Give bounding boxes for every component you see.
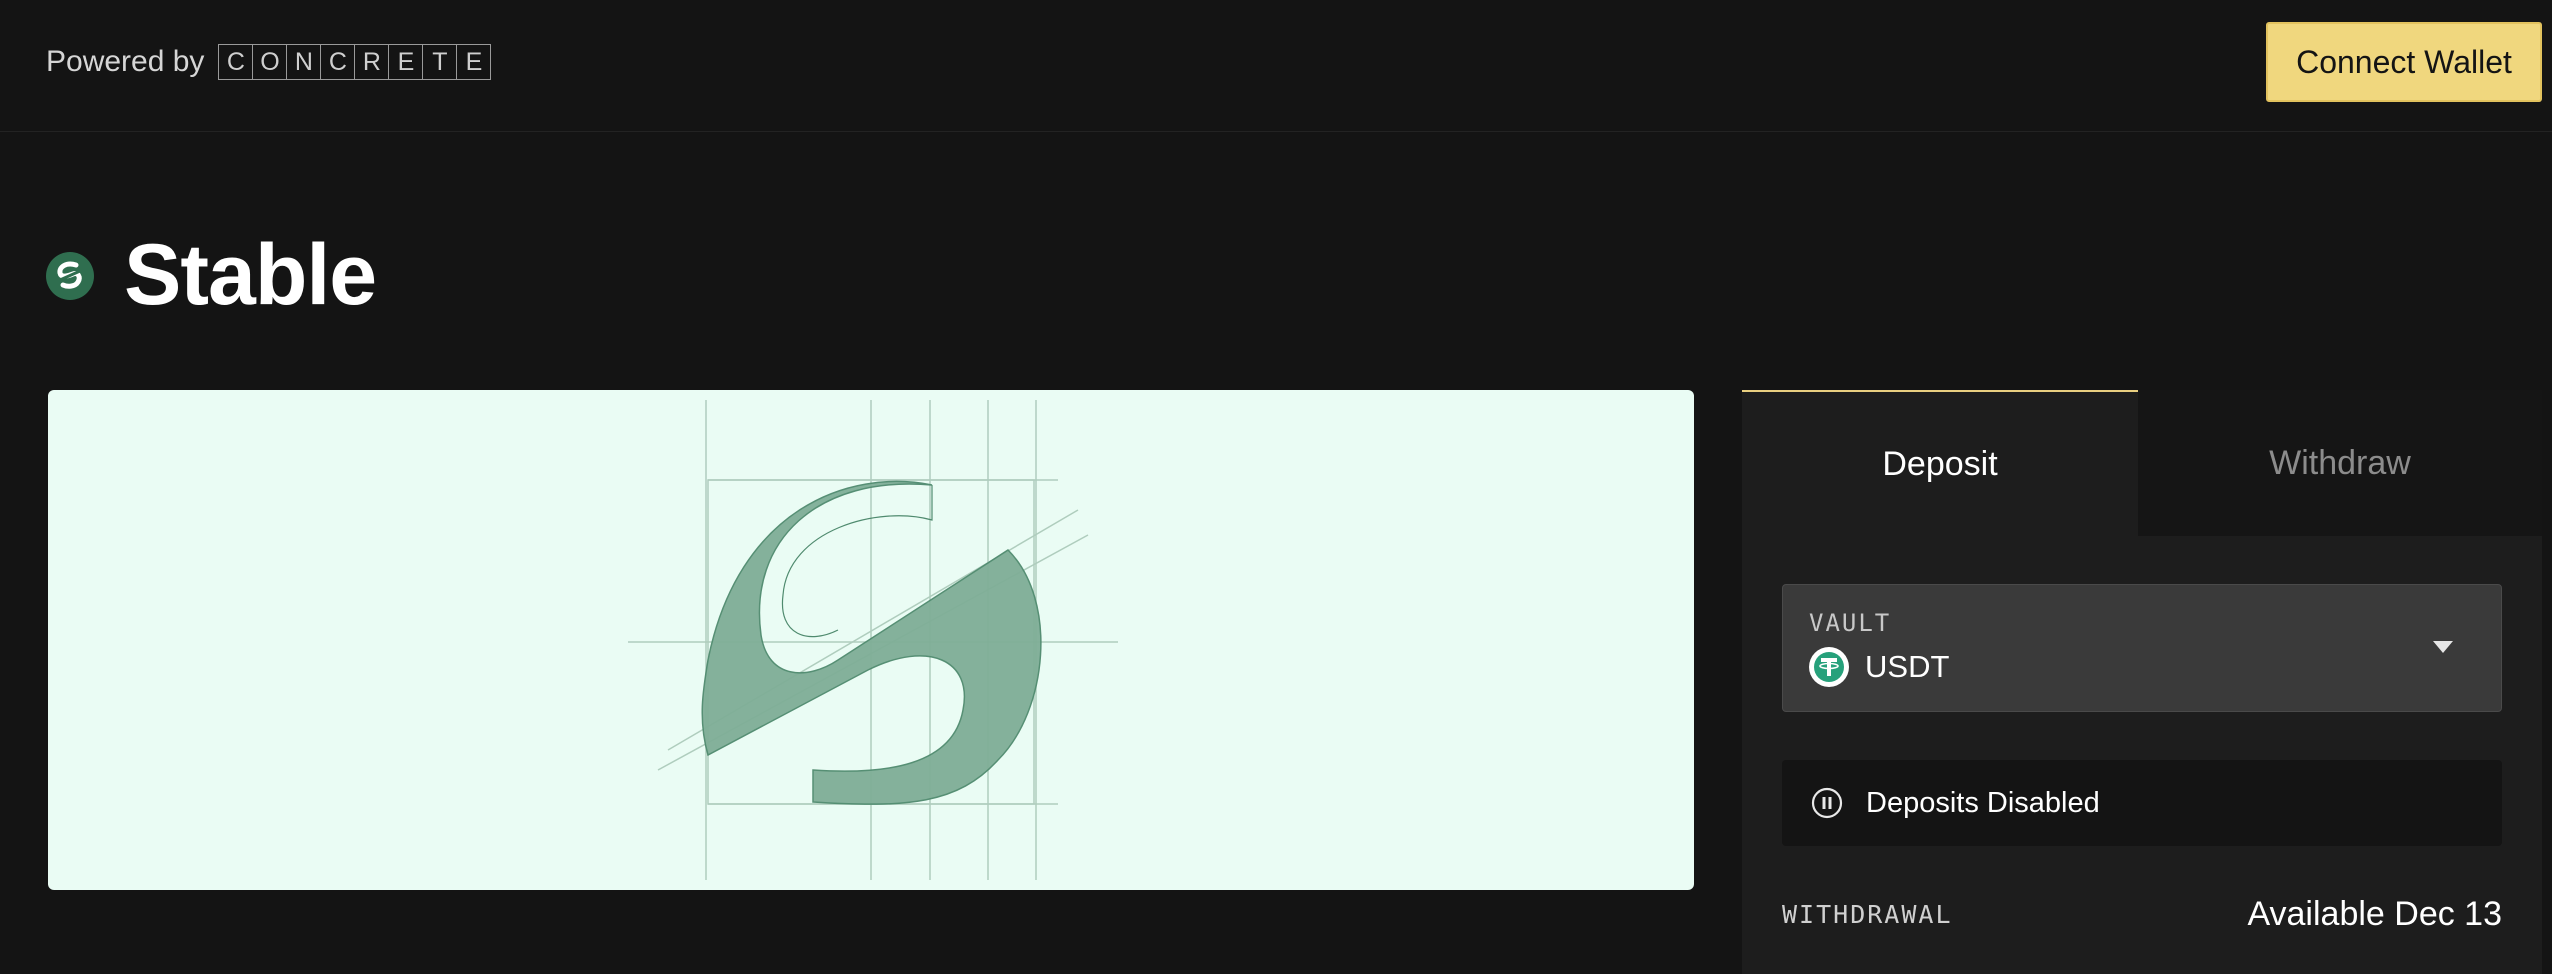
panel-tabs: Deposit Withdraw: [1742, 390, 2542, 536]
concrete-logo-letter: N: [287, 45, 322, 79]
page-title: Stable: [124, 227, 377, 323]
vault-label: VAULT: [1809, 609, 1892, 637]
usdt-icon: [1809, 647, 1849, 687]
connect-wallet-button[interactable]: Connect Wallet: [2266, 22, 2542, 102]
concrete-logo[interactable]: C O N C R E T E: [218, 44, 492, 80]
deposit-withdraw-panel: Deposit Withdraw VAULT USDT Deposits Dis…: [1742, 390, 2542, 974]
deposit-status: Deposits Disabled: [1782, 760, 2502, 846]
vault-select[interactable]: VAULT USDT: [1782, 584, 2502, 712]
concrete-logo-letter: C: [219, 45, 254, 79]
pause-icon: [1811, 787, 1843, 819]
concrete-logo-letter: O: [253, 45, 288, 79]
stable-logo-icon: [46, 251, 94, 300]
concrete-logo-letter: C: [321, 45, 356, 79]
stable-hero-illustration: [628, 400, 1118, 880]
tab-deposit[interactable]: Deposit: [1742, 390, 2138, 536]
withdrawal-value: Available Dec 13: [2247, 894, 2502, 933]
hero-banner: [48, 390, 1694, 890]
concrete-logo-letter: R: [355, 45, 390, 79]
concrete-logo-letter: E: [389, 45, 424, 79]
powered-by-text: Powered by: [46, 45, 205, 78]
concrete-logo-letter: T: [423, 45, 458, 79]
chevron-down-icon[interactable]: [2433, 641, 2453, 653]
withdrawal-info: WITHDRAWAL Available Dec 13: [1782, 892, 2502, 936]
concrete-logo-letter: E: [457, 45, 492, 79]
page-header: Stable: [46, 226, 377, 325]
top-bar: Powered by C O N C R E T E Connect Walle…: [0, 0, 2552, 132]
tab-withdraw[interactable]: Withdraw: [2138, 390, 2542, 536]
vault-selected-value: USDT: [1809, 647, 1949, 687]
powered-by: Powered by C O N C R E T E: [46, 44, 492, 80]
withdrawal-label: WITHDRAWAL: [1782, 899, 1953, 929]
status-text: Deposits Disabled: [1866, 786, 2100, 819]
vault-value: USDT: [1865, 649, 1950, 684]
